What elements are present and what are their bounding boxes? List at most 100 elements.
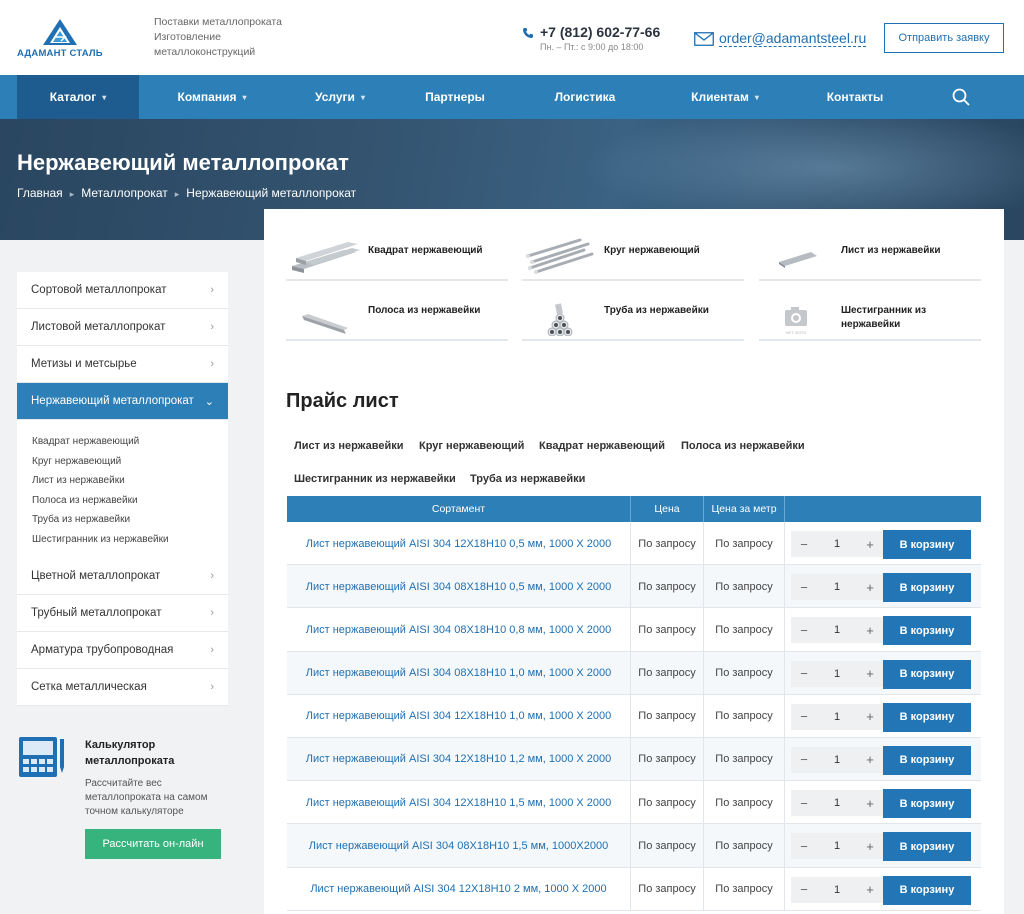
table-header: Сортамент Цена Цена за метр <box>287 496 981 522</box>
minus-button[interactable]: − <box>791 877 817 903</box>
plus-button[interactable]: + <box>857 574 883 600</box>
quantity-input[interactable]: 1 <box>817 840 857 852</box>
quantity-input[interactable]: 1 <box>817 797 857 809</box>
logo-icon <box>43 19 77 45</box>
minus-button[interactable]: − <box>791 661 817 687</box>
minus-button[interactable]: − <box>791 531 817 557</box>
product-link[interactable]: Лист нержавеющий AISI 304 08Х18Н10 0,8 м… <box>287 608 631 652</box>
quantity-input[interactable]: 1 <box>817 538 857 550</box>
sidebar-item-active[interactable]: Нержавеющий металлопрокат ⌄ <box>17 383 228 420</box>
add-to-cart-button[interactable]: В корзину <box>883 745 971 775</box>
table-row: Лист нержавеющий AISI 304 08Х18Н10 0,8 м… <box>287 608 981 652</box>
sidebar-subitem[interactable]: Шестигранник из нержавейки <box>32 530 228 550</box>
category-card[interactable]: Круг нержавеющий <box>522 222 744 281</box>
sidebar-subitem[interactable]: Квадрат нержавеющий <box>32 432 228 452</box>
sidebar-item[interactable]: Сортовой металлопрокат › <box>17 272 228 309</box>
sidebar-item[interactable]: Трубный металлопрокат › <box>17 595 228 632</box>
nav-item-catalog[interactable]: Каталог ▾ <box>17 75 139 119</box>
filter-tab[interactable]: Полоса из нержавейки <box>681 440 805 452</box>
breadcrumb-link[interactable]: Металлопрокат <box>81 186 168 200</box>
sidebar-subitem[interactable]: Круг нержавеющий <box>32 452 228 472</box>
add-to-cart-button[interactable]: В корзину <box>883 832 971 862</box>
product-link[interactable]: Лист нержавеющий AISI 304 12Х18Н10 1,2 м… <box>287 737 631 781</box>
nav-item-company[interactable]: Компания ▾ <box>157 75 267 119</box>
add-to-cart-button[interactable]: В корзину <box>883 702 971 732</box>
nav-item-contacts[interactable]: Контакты <box>805 75 905 119</box>
filter-tab[interactable]: Шестигранник из нержавейки <box>294 473 456 485</box>
quantity-input[interactable]: 1 <box>817 668 857 680</box>
filter-tab[interactable]: Круг нержавеющий <box>419 440 524 452</box>
category-card[interactable]: Квадрат нержавеющий <box>286 222 508 281</box>
sidebar-item[interactable]: Листовой металлопрокат › <box>17 309 228 346</box>
category-name: Полоса из нержавейки <box>368 305 481 316</box>
add-to-cart-button[interactable]: В корзину <box>883 875 971 905</box>
minus-button[interactable]: − <box>791 574 817 600</box>
quantity-input[interactable]: 1 <box>817 624 857 636</box>
product-link[interactable]: Лист нержавеющий AISI 304 08Х18Н10 1,0 м… <box>287 651 631 695</box>
add-to-cart-button[interactable]: В корзину <box>883 573 971 603</box>
add-to-cart-button[interactable]: В корзину <box>883 789 971 819</box>
plus-button[interactable]: + <box>857 833 883 859</box>
minus-button[interactable]: − <box>791 790 817 816</box>
add-to-cart-button[interactable]: В корзину <box>883 530 971 559</box>
filter-tab[interactable]: Квадрат нержавеющий <box>539 440 665 452</box>
category-card[interactable]: Лист из нержавейки <box>759 222 981 281</box>
nav-item-logistics[interactable]: Логистика <box>535 75 635 119</box>
camera-icon: НЕТ ФОТО <box>785 307 807 335</box>
add-to-cart-button[interactable]: В корзину <box>883 616 971 646</box>
quantity-input[interactable]: 1 <box>817 754 857 766</box>
search-icon[interactable] <box>952 88 970 106</box>
plus-button[interactable]: + <box>857 747 883 773</box>
product-link[interactable]: Лист нержавеющий AISI 304 12Х18Н10 0,5 м… <box>287 522 631 565</box>
chevron-right-icon: › <box>210 358 214 370</box>
request-button[interactable]: Отправить заявку <box>884 23 1004 53</box>
sidebar-item[interactable]: Арматура трубопроводная › <box>17 632 228 669</box>
filter-tab[interactable]: Лист из нержавейки <box>294 440 403 452</box>
sidebar-item[interactable]: Сетка металлическая › <box>17 669 228 706</box>
logo[interactable]: АДАМАНТ СТАЛЬ <box>17 19 107 61</box>
sidebar-item[interactable]: Метизы и метсырье › <box>17 346 228 383</box>
phone-number[interactable]: +7 (812) 602-77-66 <box>540 24 660 40</box>
chevron-right-icon: › <box>210 644 214 656</box>
minus-button[interactable]: − <box>791 747 817 773</box>
nav-item-partners[interactable]: Партнеры <box>405 75 505 119</box>
product-link[interactable]: Лист нержавеющий AISI 304 12Х18Н10 1,5 м… <box>287 781 631 825</box>
price-per-meter-cell: По запросу <box>704 565 785 609</box>
minus-button[interactable]: − <box>791 704 817 730</box>
category-card[interactable]: Полоса из нержавейки <box>286 282 508 341</box>
category-card[interactable]: Труба из нержавейки <box>522 282 744 341</box>
minus-button[interactable]: − <box>791 617 817 643</box>
calculator-title: Калькулятор металлопроката <box>85 739 175 767</box>
plus-button[interactable]: + <box>857 661 883 687</box>
price-per-meter-cell: По запросу <box>704 867 785 911</box>
quantity-input[interactable]: 1 <box>817 711 857 723</box>
plus-button[interactable]: + <box>857 877 883 903</box>
product-link[interactable]: Лист нержавеющий AISI 304 08Х18Н10 0,5 м… <box>287 565 631 609</box>
breadcrumb-link[interactable]: Главная <box>17 186 63 200</box>
plus-button[interactable]: + <box>857 790 883 816</box>
nav-item-services[interactable]: Услуги ▾ <box>290 75 390 119</box>
minus-button[interactable]: − <box>791 833 817 859</box>
filter-tab[interactable]: Труба из нержавейки <box>470 473 585 485</box>
breadcrumb-current: Нержавеющий металлопрокат <box>186 186 357 200</box>
add-to-cart-button[interactable]: В корзину <box>883 659 971 689</box>
nav-label: Контакты <box>826 90 884 104</box>
sidebar-item[interactable]: Цветной металлопрокат › <box>17 558 228 595</box>
plus-button[interactable]: + <box>857 531 883 557</box>
calculate-online-button[interactable]: Рассчитать он-лайн <box>85 829 221 859</box>
product-link[interactable]: Лист нержавеющий AISI 304 12Х18Н10 2 мм,… <box>287 867 631 911</box>
plus-button[interactable]: + <box>857 704 883 730</box>
email-link[interactable]: order@adamantsteel.ru <box>719 30 867 47</box>
tagline-line: металлоконструкций <box>154 46 256 58</box>
category-card[interactable]: НЕТ ФОТО Шестигранник из нержавейки <box>759 282 981 341</box>
plus-button[interactable]: + <box>857 617 883 643</box>
quantity-stepper: − 1 + <box>791 531 883 557</box>
nav-item-clients[interactable]: Клиентам ▾ <box>670 75 780 119</box>
sidebar-subitem[interactable]: Труба из нержавейки <box>32 510 228 530</box>
quantity-input[interactable]: 1 <box>817 884 857 896</box>
product-link[interactable]: Лист нержавеющий AISI 304 12Х18Н10 1,0 м… <box>287 694 631 738</box>
sidebar-subitem[interactable]: Лист из нержавейки <box>32 471 228 491</box>
product-link[interactable]: Лист нержавеющий AISI 304 08Х18Н10 1,5 м… <box>287 824 631 868</box>
quantity-input[interactable]: 1 <box>817 581 857 593</box>
sidebar-subitem[interactable]: Полоса из нержавейки <box>32 491 228 511</box>
